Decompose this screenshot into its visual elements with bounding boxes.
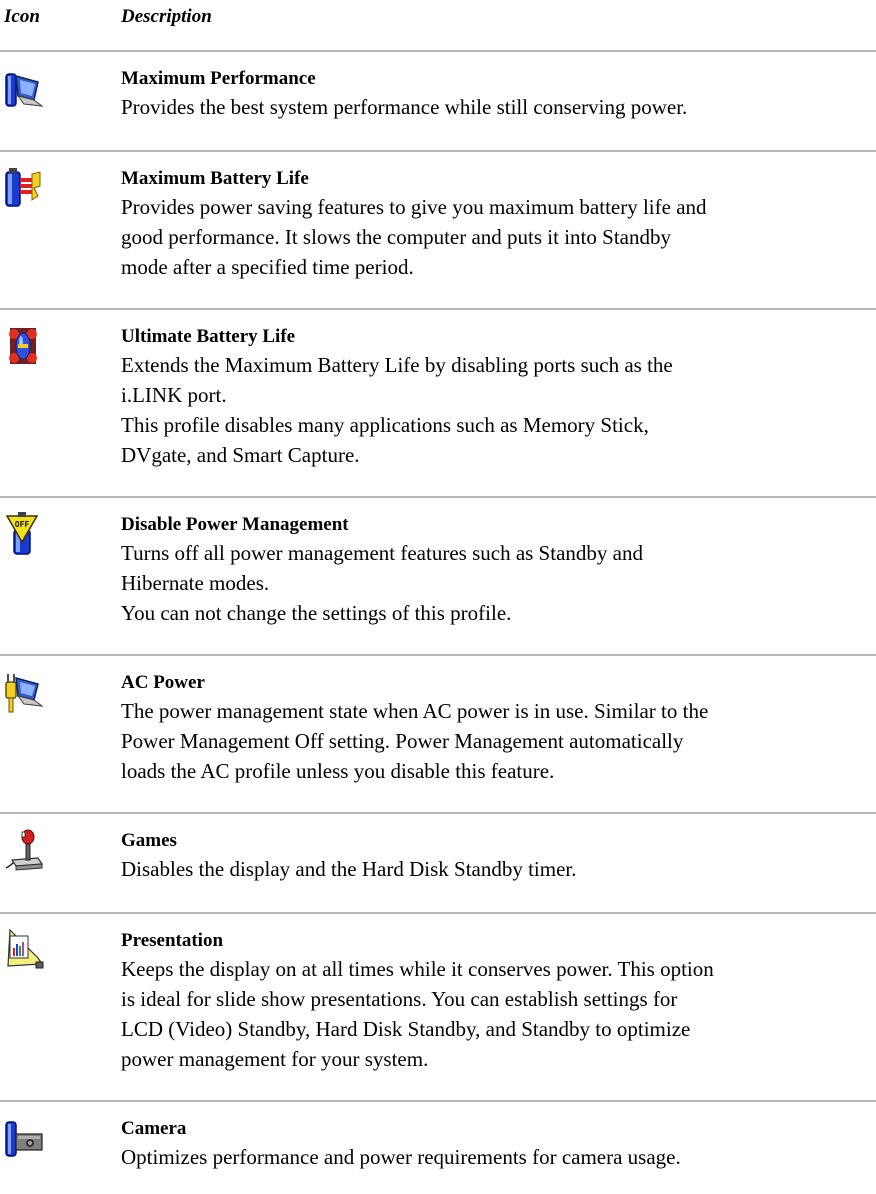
profile-title: Maximum Battery Life (121, 168, 309, 189)
profile-title: AC Power (121, 672, 205, 693)
profile-description-line: LCD (Video) Standby, Hard Disk Standby, … (121, 1017, 691, 1041)
divider (0, 912, 876, 914)
presentation-icon (4, 928, 44, 972)
profile-description-line: Keeps the display on at all times while … (121, 957, 714, 981)
description-column-header: Description (121, 6, 212, 27)
profile-title: Games (121, 830, 177, 851)
divider (0, 50, 876, 52)
divider (0, 654, 876, 656)
ac-power-icon (4, 670, 44, 714)
off-label: OFF (15, 520, 30, 529)
profile-description-line: Provides power saving features to give y… (121, 195, 707, 219)
divider (0, 812, 876, 814)
disable-power-management-icon: OFF (4, 512, 44, 556)
table-header: Icon Description (0, 6, 876, 30)
profile-description-line: Provides the best system performance whi… (121, 95, 688, 119)
profile-description-line: Power Management Off setting. Power Mana… (121, 729, 684, 753)
maximum-performance-icon (4, 66, 44, 110)
profile-title: Presentation (121, 930, 224, 951)
profile-description-line: loads the AC profile unless you disable … (121, 759, 555, 783)
profile-description-line: i.LINK port. (121, 383, 227, 407)
profile-title: Maximum Performance (121, 68, 316, 89)
profile-description-line: power management for your system. (121, 1047, 429, 1071)
profile-description-line: This profile disables many applications … (121, 413, 649, 437)
profile-description-line: DVgate, and Smart Capture. (121, 443, 360, 467)
profile-description-line: You can not change the settings of this … (121, 601, 512, 625)
maximum-battery-life-icon (4, 166, 44, 210)
divider (0, 496, 876, 498)
profile-description-line: The power management state when AC power… (121, 699, 709, 723)
profile-description-line: Extends the Maximum Battery Life by disa… (121, 353, 673, 377)
profile-description-line: Optimizes performance and power requirem… (121, 1145, 681, 1169)
icon-column-header: Icon (4, 6, 40, 27)
profile-description-line: Turns off all power management features … (121, 541, 643, 565)
profile-description-line: Disables the display and the Hard Disk S… (121, 857, 577, 881)
ultimate-battery-life-icon (4, 324, 44, 368)
profile-description-line: mode after a specified time period. (121, 255, 414, 279)
games-joystick-icon (4, 828, 44, 872)
profile-title: Camera (121, 1118, 187, 1139)
divider (0, 150, 876, 152)
profile-title: Ultimate Battery Life (121, 326, 296, 347)
profile-description-line: good performance. It slows the computer … (121, 225, 671, 249)
profile-title: Disable Power Management (121, 514, 349, 535)
divider (0, 308, 876, 310)
camera-icon (4, 1116, 44, 1160)
divider (0, 1100, 876, 1102)
profile-description-line: Hibernate modes. (121, 571, 270, 595)
profile-description-line: is ideal for slide show presentations. Y… (121, 987, 678, 1011)
